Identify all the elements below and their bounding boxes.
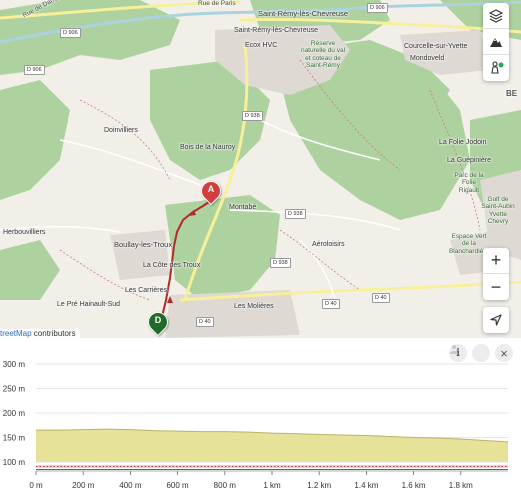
terrain-button[interactable] xyxy=(483,29,509,55)
marker-label: A xyxy=(207,184,215,194)
road-shield: D 40 xyxy=(322,299,340,309)
road-shield: D 40 xyxy=(372,293,390,303)
map-view[interactable]: Saint-Rémy-lès-Chevreuse Saint-Rémy-lès-… xyxy=(0,0,521,338)
layers-icon xyxy=(489,8,503,23)
golf-label: Golf de Saint-Aubin Yvette Chevry xyxy=(481,196,515,226)
locate-control xyxy=(483,307,509,333)
close-icon: × xyxy=(500,345,508,361)
layers-button[interactable] xyxy=(483,3,509,29)
zoom-out-button[interactable]: − xyxy=(483,274,509,300)
elevation-panel: 100 m 150 m 200 m 250 m 300 m 0 m 200 m 400 m 60… xyxy=(0,338,521,500)
map-attribution: treetMap contributors xyxy=(0,329,80,338)
place-label: Saint-Rémy-lès-Chevreuse xyxy=(258,9,349,18)
elevation-area xyxy=(36,429,508,462)
road-shield: D 40 xyxy=(196,317,214,327)
x-tick-label: 400 m xyxy=(119,481,142,490)
zoom-in-button[interactable]: + xyxy=(483,248,509,274)
place-label: Aéroloisirs xyxy=(312,241,345,248)
x-tick-label: 1.6 km xyxy=(402,481,426,490)
attribution-text: contributors xyxy=(31,329,76,338)
x-tick-label: 200 m xyxy=(72,481,95,490)
place-label: BE xyxy=(506,89,518,98)
place-label: La Côte des Troux xyxy=(143,262,201,269)
place-label: Mondoveld xyxy=(410,55,445,62)
place-label: Herbouvilliers xyxy=(3,229,46,236)
x-tick-label: 800 m xyxy=(214,481,237,490)
place-label: Ecox HVC xyxy=(245,42,278,49)
road-shield: D 906 xyxy=(24,65,45,75)
elevation-chart[interactable]: 100 m 150 m 200 m 250 m 300 m 0 m 200 m 400 m 60… xyxy=(0,338,521,500)
place-label: La Guépinière xyxy=(447,157,491,164)
road-shield: D 938 xyxy=(285,209,306,219)
x-tick-label: 600 m xyxy=(166,481,189,490)
x-tick-label: 1.4 km xyxy=(354,481,378,490)
y-tick-label: 100 m xyxy=(3,458,26,467)
y-tick-label: 300 m xyxy=(3,360,26,369)
person-icon xyxy=(450,345,458,354)
place-label: Bois de la Nauroy xyxy=(180,144,236,151)
place-label: Les Molières xyxy=(234,303,274,310)
place-label: Saint-Rémy-lès-Chevreuse xyxy=(234,27,319,34)
map-tiles xyxy=(0,0,521,338)
place-label: Courcelle-sur-Yvette xyxy=(404,43,468,50)
hiker-icon xyxy=(491,61,504,74)
x-tick-label: 1 km xyxy=(263,481,281,490)
place-label: Le Pré Hainault-Sud xyxy=(57,301,121,308)
place-label: Doinvilliers xyxy=(104,127,138,134)
route-start-marker[interactable]: A xyxy=(196,176,226,209)
route-end-marker[interactable]: D xyxy=(143,307,173,338)
poi-button[interactable] xyxy=(483,55,509,81)
map-layer-controls xyxy=(483,3,509,81)
park-label: Parc de la Folie Rigault xyxy=(454,172,484,194)
place-label: Boullay-les-Troux xyxy=(114,240,173,249)
road-shield: D 938 xyxy=(242,111,263,121)
road-shield: D 938 xyxy=(270,258,291,268)
x-tick-label: 1.8 km xyxy=(449,481,473,490)
place-label: Les Carrières xyxy=(125,287,168,294)
place-label: La Folie Jodoin xyxy=(439,139,487,146)
road-shield: D 906 xyxy=(367,3,388,13)
place-label: Montabé xyxy=(229,204,257,211)
x-tick-label: 1.2 km xyxy=(307,481,331,490)
street-label: Rue de Paris xyxy=(198,0,236,7)
elevation-toolbar: i × xyxy=(449,344,513,362)
profile-button[interactable] xyxy=(450,344,490,362)
marker-label: D xyxy=(154,315,162,325)
road-shield: D 906 xyxy=(60,28,81,38)
navigation-arrow-icon xyxy=(490,314,502,326)
x-tick-label: 0 m xyxy=(29,481,43,490)
zoom-controls: + − xyxy=(483,248,509,300)
attribution-link[interactable]: treetMap xyxy=(0,329,32,338)
mountain-icon xyxy=(490,37,502,47)
close-button[interactable]: × xyxy=(495,344,513,362)
locate-button[interactable] xyxy=(483,307,509,333)
nature-reserve-label: Réserve naturelle du val et coteau de Sa… xyxy=(300,40,346,70)
y-tick-label: 150 m xyxy=(3,434,26,443)
y-tick-label: 250 m xyxy=(3,385,26,394)
y-tick-label: 200 m xyxy=(3,409,26,418)
